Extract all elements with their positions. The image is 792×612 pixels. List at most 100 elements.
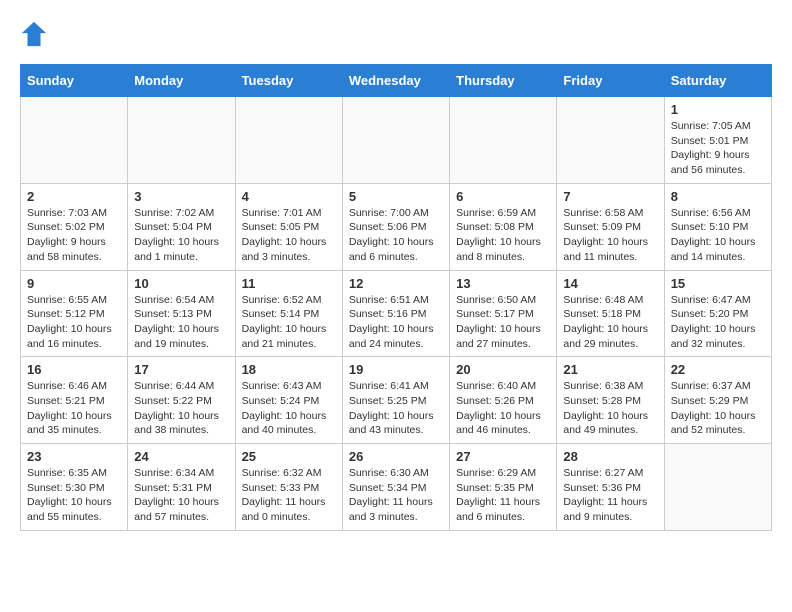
day-info: Sunrise: 6:56 AMSunset: 5:10 PMDaylight:… [671,206,765,265]
calendar-cell [450,97,557,184]
day-number: 13 [456,276,550,291]
day-info: Sunrise: 6:35 AMSunset: 5:30 PMDaylight:… [27,466,121,525]
day-number: 28 [563,449,657,464]
calendar-cell: 15 Sunrise: 6:47 AMSunset: 5:20 PMDayligh… [664,270,771,357]
calendar-header-row: SundayMondayTuesdayWednesdayThursdayFrid… [21,65,772,97]
day-info: Sunrise: 6:55 AMSunset: 5:12 PMDaylight:… [27,293,121,352]
day-info: Sunrise: 6:48 AMSunset: 5:18 PMDaylight:… [563,293,657,352]
week-row-3: 16 Sunrise: 6:46 AMSunset: 5:21 PMDayligh… [21,357,772,444]
calendar-cell [342,97,449,184]
logo-icon [20,20,48,48]
day-header-thursday: Thursday [450,65,557,97]
day-number: 25 [242,449,336,464]
calendar-cell: 6 Sunrise: 6:59 AMSunset: 5:08 PMDaylight… [450,183,557,270]
day-number: 16 [27,362,121,377]
week-row-4: 23 Sunrise: 6:35 AMSunset: 5:30 PMDayligh… [21,444,772,531]
day-info: Sunrise: 6:38 AMSunset: 5:28 PMDaylight:… [563,379,657,438]
day-number: 20 [456,362,550,377]
day-info: Sunrise: 6:59 AMSunset: 5:08 PMDaylight:… [456,206,550,265]
day-info: Sunrise: 6:47 AMSunset: 5:20 PMDaylight:… [671,293,765,352]
logo [20,20,52,48]
calendar-cell: 1 Sunrise: 7:05 AMSunset: 5:01 PMDaylight… [664,97,771,184]
day-info: Sunrise: 7:05 AMSunset: 5:01 PMDaylight:… [671,119,765,178]
calendar-cell: 21 Sunrise: 6:38 AMSunset: 5:28 PMDayligh… [557,357,664,444]
day-info: Sunrise: 6:32 AMSunset: 5:33 PMDaylight:… [242,466,336,525]
calendar-cell: 23 Sunrise: 6:35 AMSunset: 5:30 PMDayligh… [21,444,128,531]
day-info: Sunrise: 6:46 AMSunset: 5:21 PMDaylight:… [27,379,121,438]
day-header-sunday: Sunday [21,65,128,97]
calendar-cell: 13 Sunrise: 6:50 AMSunset: 5:17 PMDayligh… [450,270,557,357]
day-info: Sunrise: 7:03 AMSunset: 5:02 PMDaylight:… [27,206,121,265]
day-info: Sunrise: 7:00 AMSunset: 5:06 PMDaylight:… [349,206,443,265]
day-info: Sunrise: 6:41 AMSunset: 5:25 PMDaylight:… [349,379,443,438]
calendar-cell: 7 Sunrise: 6:58 AMSunset: 5:09 PMDaylight… [557,183,664,270]
day-header-monday: Monday [128,65,235,97]
week-row-0: 1 Sunrise: 7:05 AMSunset: 5:01 PMDaylight… [21,97,772,184]
day-info: Sunrise: 6:50 AMSunset: 5:17 PMDaylight:… [456,293,550,352]
day-number: 6 [456,189,550,204]
day-number: 23 [27,449,121,464]
day-number: 17 [134,362,228,377]
calendar-cell: 20Sunrise: 6:40 AMSunset: 5:26 PMDayligh… [450,357,557,444]
week-row-2: 9 Sunrise: 6:55 AMSunset: 5:12 PMDaylight… [21,270,772,357]
calendar-cell: 28Sunrise: 6:27 AMSunset: 5:36 PMDayligh… [557,444,664,531]
day-info: Sunrise: 6:30 AMSunset: 5:34 PMDaylight:… [349,466,443,525]
calendar-cell: 27 Sunrise: 6:29 AMSunset: 5:35 PMDayligh… [450,444,557,531]
calendar-cell: 4Sunrise: 7:01 AMSunset: 5:05 PMDaylight… [235,183,342,270]
day-info: Sunrise: 6:29 AMSunset: 5:35 PMDaylight:… [456,466,550,525]
calendar-cell: 19 Sunrise: 6:41 AMSunset: 5:25 PMDayligh… [342,357,449,444]
day-info: Sunrise: 6:34 AMSunset: 5:31 PMDaylight:… [134,466,228,525]
day-info: Sunrise: 6:44 AMSunset: 5:22 PMDaylight:… [134,379,228,438]
day-info: Sunrise: 6:37 AMSunset: 5:29 PMDaylight:… [671,379,765,438]
day-number: 27 [456,449,550,464]
day-info: Sunrise: 6:58 AMSunset: 5:09 PMDaylight:… [563,206,657,265]
calendar-cell: 8 Sunrise: 6:56 AMSunset: 5:10 PMDaylight… [664,183,771,270]
calendar-cell: 12 Sunrise: 6:51 AMSunset: 5:16 PMDayligh… [342,270,449,357]
calendar-cell: 9 Sunrise: 6:55 AMSunset: 5:12 PMDaylight… [21,270,128,357]
day-info: Sunrise: 6:51 AMSunset: 5:16 PMDaylight:… [349,293,443,352]
day-header-wednesday: Wednesday [342,65,449,97]
calendar-cell: 10 Sunrise: 6:54 AMSunset: 5:13 PMDayligh… [128,270,235,357]
day-number: 21 [563,362,657,377]
calendar-cell: 25 Sunrise: 6:32 AMSunset: 5:33 PMDayligh… [235,444,342,531]
day-number: 10 [134,276,228,291]
day-number: 15 [671,276,765,291]
day-number: 19 [349,362,443,377]
day-info: Sunrise: 6:43 AMSunset: 5:24 PMDaylight:… [242,379,336,438]
day-number: 18 [242,362,336,377]
day-number: 5 [349,189,443,204]
day-number: 7 [563,189,657,204]
day-number: 1 [671,102,765,117]
day-number: 9 [27,276,121,291]
calendar-cell: 14 Sunrise: 6:48 AMSunset: 5:18 PMDayligh… [557,270,664,357]
calendar-cell: 18 Sunrise: 6:43 AMSunset: 5:24 PMDayligh… [235,357,342,444]
day-number: 14 [563,276,657,291]
page-header [20,20,772,48]
day-header-tuesday: Tuesday [235,65,342,97]
day-info: Sunrise: 7:02 AMSunset: 5:04 PMDaylight:… [134,206,228,265]
day-info: Sunrise: 6:54 AMSunset: 5:13 PMDaylight:… [134,293,228,352]
day-info: Sunrise: 6:52 AMSunset: 5:14 PMDaylight:… [242,293,336,352]
day-number: 12 [349,276,443,291]
calendar-cell [21,97,128,184]
day-number: 24 [134,449,228,464]
calendar-cell: 22Sunrise: 6:37 AMSunset: 5:29 PMDayligh… [664,357,771,444]
week-row-1: 2 Sunrise: 7:03 AMSunset: 5:02 PMDaylight… [21,183,772,270]
day-number: 2 [27,189,121,204]
calendar-cell: 3 Sunrise: 7:02 AMSunset: 5:04 PMDaylight… [128,183,235,270]
calendar-cell: 24 Sunrise: 6:34 AMSunset: 5:31 PMDayligh… [128,444,235,531]
calendar-cell [235,97,342,184]
day-number: 3 [134,189,228,204]
calendar-cell [664,444,771,531]
day-header-friday: Friday [557,65,664,97]
calendar-cell: 26Sunrise: 6:30 AMSunset: 5:34 PMDayligh… [342,444,449,531]
calendar-cell: 17 Sunrise: 6:44 AMSunset: 5:22 PMDayligh… [128,357,235,444]
day-header-saturday: Saturday [664,65,771,97]
calendar-cell: 11 Sunrise: 6:52 AMSunset: 5:14 PMDayligh… [235,270,342,357]
day-number: 4 [242,189,336,204]
calendar-table: SundayMondayTuesdayWednesdayThursdayFrid… [20,64,772,531]
calendar-cell: 16 Sunrise: 6:46 AMSunset: 5:21 PMDayligh… [21,357,128,444]
day-number: 8 [671,189,765,204]
calendar-cell: 5 Sunrise: 7:00 AMSunset: 5:06 PMDaylight… [342,183,449,270]
day-number: 11 [242,276,336,291]
